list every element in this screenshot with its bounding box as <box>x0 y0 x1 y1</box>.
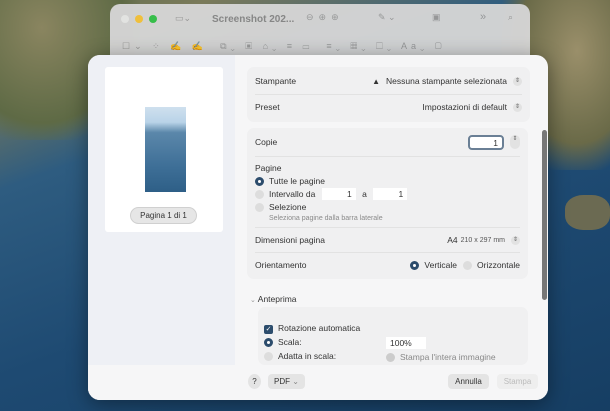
page-size-row[interactable]: Dimensioni pagina A4 210 x 297 mm ⇕ <box>247 232 528 248</box>
divider <box>255 252 520 253</box>
chevron-down-icon: ⌄ <box>292 377 299 386</box>
preset-label: Preset <box>255 102 280 112</box>
copies-label: Copie <box>255 137 278 147</box>
warning-icon: ▲ <box>372 76 381 86</box>
divider <box>255 94 522 95</box>
selection-hint: Seleziona pagine dalla barra laterale <box>269 215 383 222</box>
printer-value: Nessuna stampante selezionata <box>386 76 507 86</box>
preset-row[interactable]: Preset Impostazioni di default ⇕ <box>247 99 530 115</box>
minimize-button[interactable] <box>135 15 143 23</box>
radio-selection[interactable]: Selezione <box>255 201 407 214</box>
auto-rotate-checkbox[interactable]: ✓ Rotazione automatica <box>264 321 360 335</box>
radio-portrait[interactable]: Verticale <box>410 259 457 271</box>
range-from-input[interactable]: 1 <box>321 188 356 200</box>
window-title: Screenshot 202... <box>212 14 295 25</box>
divider <box>255 227 520 228</box>
radio-landscape[interactable]: Orizzontale <box>463 259 520 271</box>
radio-range[interactable]: Intervallo da 1 a 1 <box>255 188 408 201</box>
printer-box: Stampante ▲ Nessuna stampante selezionata… <box>247 67 530 122</box>
page-size-label: Dimensioni pagina <box>255 235 325 245</box>
preview-section-label: Anteprima <box>257 294 297 304</box>
copies-stepper[interactable]: ⇕ <box>510 135 520 149</box>
cancel-button[interactable]: Annulla <box>448 374 489 389</box>
radio[interactable] <box>264 352 273 362</box>
markup-toolbar[interactable]: ☐⌄ ⁘ ✍ ✍ ⧉⌄ ▣ ⌂⌄ ≡ ▭ ≡⌄ ▦⌄ ☐⌄ Aa⌄ ▢ <box>122 41 446 52</box>
preview-sidebar: Pagina 1 di 1 <box>88 55 235 400</box>
radio-label: Scala: <box>278 337 302 347</box>
radio[interactable] <box>463 261 472 271</box>
settings-box: Copie 1 ⇕ Pagine Tutte le pagine Interval… <box>247 128 528 279</box>
chevron-updown-icon: ⇕ <box>513 76 522 86</box>
radio-label: Tutte le pagine <box>269 176 325 186</box>
radio[interactable] <box>255 203 264 213</box>
radio-scale[interactable]: Scala: <box>264 335 360 349</box>
zoom-button[interactable] <box>149 15 157 23</box>
radio-label: Selezione <box>269 202 307 212</box>
orientation-label: Orientamento <box>255 260 307 270</box>
radio[interactable] <box>386 353 395 363</box>
more-icon[interactable]: » <box>480 11 486 23</box>
scale-input[interactable]: 100% <box>386 337 426 349</box>
scrollbar[interactable] <box>542 130 547 300</box>
page-thumbnail <box>145 107 186 192</box>
fit-option[interactable]: Stampa l'intera immagine <box>386 351 496 363</box>
radio[interactable] <box>255 190 264 200</box>
share-icon[interactable]: ▣ <box>432 12 441 23</box>
print-button[interactable]: Stampa <box>497 374 538 389</box>
pdf-menu-button[interactable]: PDF ⌄ <box>268 374 305 389</box>
preview-options-box: ✓ Rotazione automatica Scala: Adatta in s… <box>258 307 528 365</box>
checkbox-icon: ✓ <box>264 325 273 334</box>
footer: ? PDF ⌄ Annulla Stampa <box>88 365 548 400</box>
radio[interactable] <box>410 261 420 271</box>
search-icon[interactable]: ⌕ <box>508 12 513 23</box>
radio-fit[interactable]: Adatta in scala: <box>264 349 360 363</box>
printer-label: Stampante <box>255 76 297 86</box>
radio-label: Adatta in scala: <box>278 351 337 361</box>
page-count-button[interactable]: Pagina 1 di 1 <box>130 207 197 224</box>
chevron-updown-icon: ⇕ <box>511 235 520 245</box>
print-dialog: Pagina 1 di 1 Stampante ▲ Nessuna stampan… <box>88 55 548 400</box>
preview-window: ▭⌄ Screenshot 202... ⊖ ⊕ ⊕ ✎ ⌄ ▣ » ⌕ ☐⌄ … <box>110 4 530 60</box>
radio-label: Verticale <box>424 259 457 270</box>
range-to-input[interactable]: 1 <box>373 188 408 200</box>
page-size-dims: 210 x 297 mm <box>460 236 505 244</box>
preset-value: Impostazioni di default <box>422 102 507 112</box>
background-rock <box>565 195 610 230</box>
help-button[interactable]: ? <box>248 374 261 389</box>
radio[interactable] <box>255 177 264 187</box>
radio-label: Intervallo da <box>269 189 316 199</box>
preview-section-toggle[interactable]: ⌄ Anteprima <box>250 294 297 304</box>
radio-label: Orizzontale <box>477 259 520 270</box>
radio[interactable] <box>264 338 273 348</box>
pdf-label: PDF <box>274 377 290 386</box>
zoom-icons[interactable]: ⊖ ⊕ ⊕ <box>306 12 339 23</box>
sidebar-icon[interactable]: ▭⌄ <box>175 13 191 24</box>
page-preview[interactable]: Pagina 1 di 1 <box>105 67 223 232</box>
auto-rotate-label: Rotazione automatica <box>278 323 361 333</box>
radio-all-pages[interactable]: Tutte le pagine <box>255 175 407 188</box>
printer-row[interactable]: Stampante ▲ Nessuna stampante selezionata… <box>247 73 530 89</box>
close-button[interactable] <box>121 15 129 23</box>
markup-icon[interactable]: ✎ ⌄ <box>378 12 396 23</box>
chevron-updown-icon: ⇕ <box>513 102 522 112</box>
pages-label: Pagine <box>255 163 282 173</box>
divider <box>255 156 520 157</box>
copies-input[interactable]: 1 <box>468 134 504 150</box>
range-sep: a <box>362 189 367 199</box>
page-size-value: A4 <box>447 235 458 245</box>
fit-option-label: Stampa l'intera immagine <box>400 352 496 362</box>
chevron-down-icon: ⌄ <box>250 297 256 304</box>
